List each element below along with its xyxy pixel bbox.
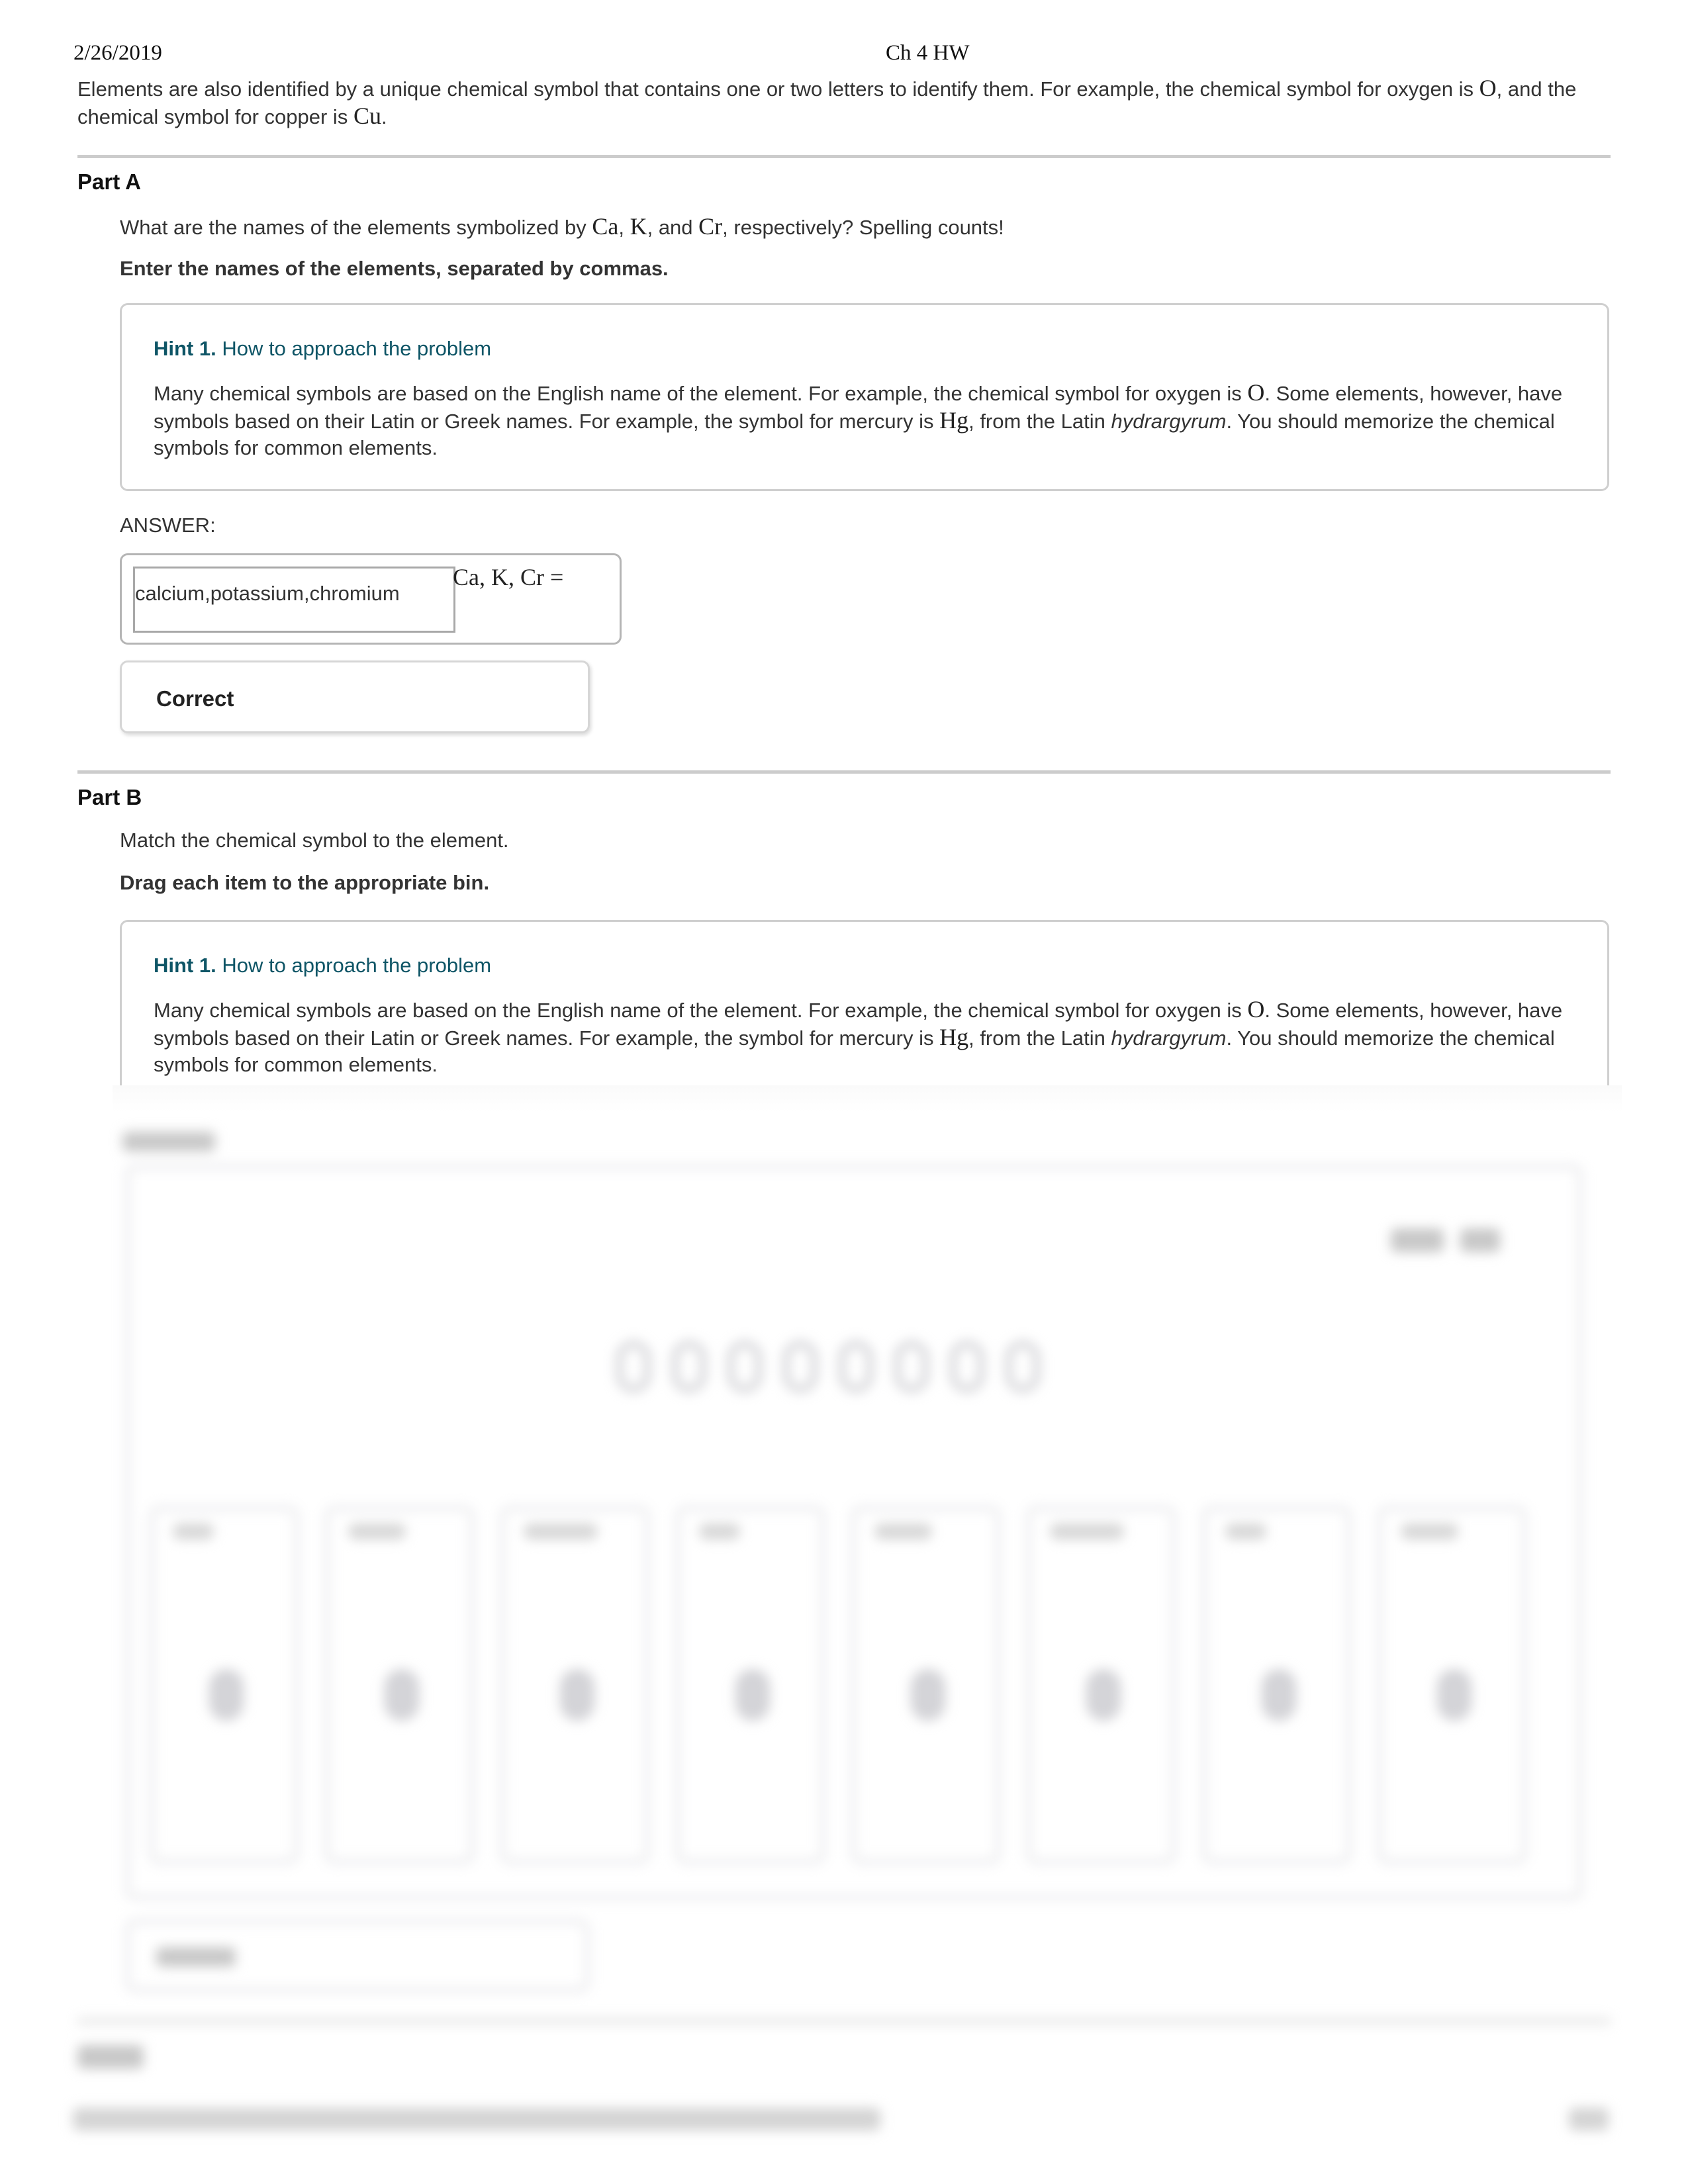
intro-paragraph: Elements are also identified by a unique… [77,75,1613,130]
section-divider [77,770,1611,774]
bin-target [1086,1669,1121,1721]
hint-text: Many chemical symbols are based on the E… [154,382,1248,405]
blurred-reset-button[interactable] [1391,1228,1444,1252]
latin-term: hydrargyrum [1111,410,1227,433]
drop-bin[interactable] [1378,1506,1526,1864]
feedback-box: Correct [120,660,590,733]
draggable-item[interactable] [839,1341,873,1392]
answer-input[interactable]: calcium,potassium,chromium [133,567,455,633]
hint-number: Hint 1. [154,337,216,360]
blurred-submit-label[interactable] [156,1947,236,1967]
part-a-instruction: Enter the names of the elements, separat… [120,257,669,280]
part-a-hint-box: Hint 1. How to approach the problem Many… [120,303,1609,491]
draggable-item[interactable] [672,1341,706,1392]
part-a-question: What are the names of the elements symbo… [120,213,1004,241]
drop-bin[interactable] [676,1506,825,1864]
bin-label [1051,1524,1123,1539]
bin-label [349,1524,405,1539]
hint-text: Many chemical symbols are based on the E… [154,999,1248,1022]
bin-target [560,1669,594,1721]
part-a-title: Part A [77,169,141,194]
bin-label [524,1524,597,1539]
question-text: , and [647,216,699,239]
hint-body: Many chemical symbols are based on the E… [154,996,1577,1078]
intro-text: . [381,105,387,128]
blurred-help-button[interactable] [1460,1228,1500,1252]
drop-bin[interactable] [1027,1506,1176,1864]
document-title: Ch 4 HW [886,41,970,65]
blurred-preview-region [0,1085,1688,2184]
hint-number: Hint 1. [154,954,216,977]
question-text: , respectively? Spelling counts! [722,216,1004,239]
bin-target [385,1669,419,1721]
bin-label [700,1524,739,1539]
draggable-item[interactable] [616,1341,651,1392]
drop-bin[interactable] [500,1506,649,1864]
hint-title-text: How to approach the problem [222,337,492,360]
answer-box: calcium,potassium,chromium Ca, K, Cr = [120,553,622,645]
math-symbol: Ca [592,213,619,240]
question-text: What are the names of the elements symbo… [120,216,592,239]
bin-target [209,1669,244,1721]
bin-label [1226,1524,1266,1539]
bin-target [1262,1669,1296,1721]
hint-text: , from the Latin [968,410,1111,433]
draggable-item[interactable] [727,1341,762,1392]
hint-text: , from the Latin [968,1026,1111,1050]
part-b-instruction: Drag each item to the appropriate bin. [120,871,490,894]
blurred-page-number [1569,2108,1609,2130]
drop-bin[interactable] [1202,1506,1351,1864]
blurred-submit-box [126,1919,589,1992]
math-symbol: Cu [353,103,381,129]
math-symbol: Hg [939,1024,969,1050]
bin-target [911,1669,945,1721]
hint-title[interactable]: Hint 1. How to approach the problem [154,954,491,978]
blurred-footer-url [73,2108,880,2130]
part-b-hint-box: Hint 1. How to approach the problem Many… [120,920,1609,1092]
blurred-part-c-title [77,2045,144,2069]
answer-math-label: Ca, K, Cr = [453,564,564,590]
section-divider [77,155,1611,158]
blurred-divider [77,2019,1611,2024]
math-symbol: Cr [698,213,723,240]
question-text: , [618,216,630,239]
draggable-item[interactable] [1006,1341,1040,1392]
answer-label: ANSWER: [120,514,216,537]
part-b-question: Match the chemical symbol to the element… [120,829,509,852]
math-symbol: Hg [939,407,969,433]
draggable-item[interactable] [783,1341,818,1392]
feedback-correct: Correct [156,686,234,711]
bin-label [1401,1524,1458,1539]
draggable-item[interactable] [894,1341,929,1392]
drag-drop-area [126,1165,1582,1899]
blurred-answer-label [122,1132,215,1152]
math-symbol: O [1479,75,1497,101]
math-symbol: O [1247,379,1265,406]
drop-bin[interactable] [851,1506,1000,1864]
draggable-item[interactable] [950,1341,984,1392]
hint-title[interactable]: Hint 1. How to approach the problem [154,337,491,361]
bin-target [1437,1669,1472,1721]
math-symbol: K [630,213,647,240]
hint-body: Many chemical symbols are based on the E… [154,379,1577,461]
intro-text: Elements are also identified by a unique… [77,77,1479,101]
part-b-title: Part B [77,785,142,809]
bin-label [875,1524,931,1539]
drop-bin[interactable] [150,1506,299,1864]
math-symbol: O [1247,996,1265,1023]
latin-term: hydrargyrum [1111,1026,1227,1050]
bin-target [735,1669,770,1721]
print-date: 2/26/2019 [73,41,162,65]
drop-bin[interactable] [325,1506,474,1864]
bin-label [173,1524,213,1539]
hint-title-text: How to approach the problem [222,954,492,977]
